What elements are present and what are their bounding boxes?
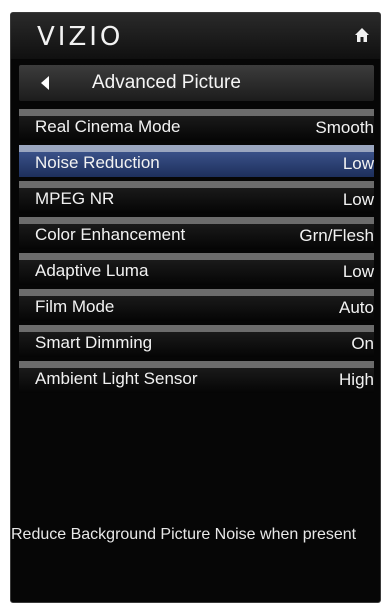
menu-item-value: High: [339, 370, 374, 389]
menu-item-label: Film Mode: [35, 297, 115, 316]
menu-item-value: On: [351, 334, 374, 353]
menu-item-label: MPEG NR: [35, 189, 115, 208]
menu-item-noise-reduction[interactable]: Noise Reduction Low: [19, 145, 374, 177]
menu-item-label: Noise Reduction: [35, 153, 160, 172]
menu-item-mpeg-nr[interactable]: MPEG NR Low: [19, 181, 374, 213]
menu-list: Real Cinema Mode Smooth Noise Reduction …: [19, 109, 374, 397]
menu-item-color-enhancement[interactable]: Color Enhancement Grn/Flesh: [19, 217, 374, 249]
menu-item-value: Low: [342, 154, 374, 173]
menu-item-value: Low: [342, 262, 374, 281]
menu-item-value: Low: [342, 190, 374, 209]
help-description: Reduce Background Picture Noise when pre…: [11, 526, 357, 543]
menu-item-label: Real Cinema Mode: [35, 117, 181, 136]
menu-item-adaptive-luma[interactable]: Adaptive Luma Low: [19, 253, 374, 285]
menu-item-ambient-light-sensor[interactable]: Ambient Light Sensor High: [19, 361, 374, 393]
menu-item-label: Color Enhancement: [35, 225, 186, 244]
menu-item-value: Grn/Flesh: [299, 226, 374, 245]
menu-item-label: Ambient Light Sensor: [35, 369, 198, 388]
menu-item-value: Smooth: [315, 118, 374, 137]
back-arrow-icon[interactable]: [41, 76, 49, 90]
menu-item-film-mode[interactable]: Film Mode Auto: [19, 289, 374, 321]
menu-item-value: Auto: [339, 298, 374, 317]
menu-item-label: Adaptive Luma: [35, 261, 149, 280]
menu-title: Advanced Picture: [92, 72, 241, 93]
menu-title-bar[interactable]: Advanced Picture: [19, 65, 374, 101]
menu-header: VIZIO: [11, 13, 380, 59]
tv-menu-panel: VIZIO Advanced Picture Real Cinema Mode …: [10, 12, 381, 603]
menu-item-label: Smart Dimming: [35, 333, 153, 352]
home-icon[interactable]: [354, 27, 370, 43]
brand-logo: VIZIO: [37, 22, 124, 52]
menu-item-real-cinema-mode[interactable]: Real Cinema Mode Smooth: [19, 109, 374, 141]
menu-item-smart-dimming[interactable]: Smart Dimming On: [19, 325, 374, 357]
